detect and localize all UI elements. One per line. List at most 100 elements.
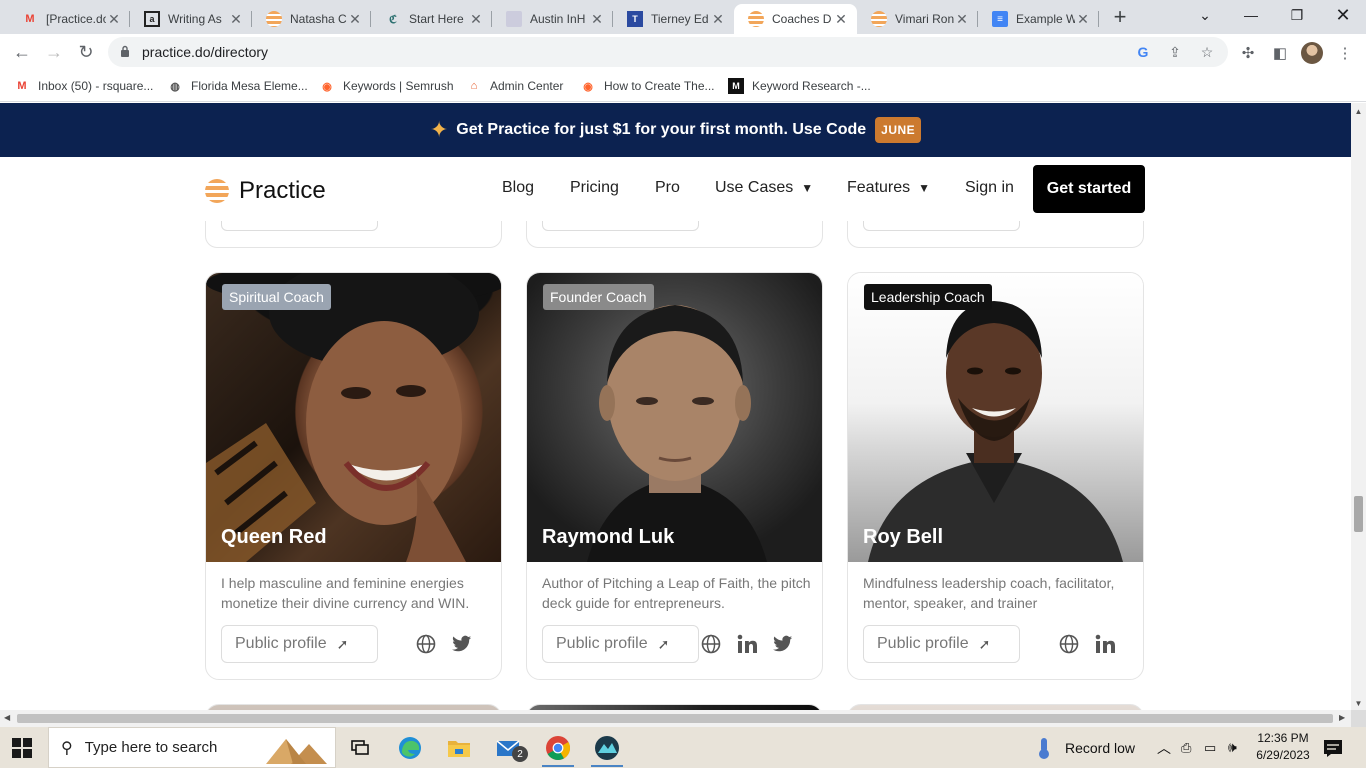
close-icon[interactable]: ✕: [468, 11, 484, 27]
side-panel-icon[interactable]: ◧: [1270, 43, 1290, 63]
close-icon[interactable]: ✕: [1075, 11, 1091, 27]
browser-tab[interactable]: T Tierney Ed ✕: [613, 4, 734, 34]
notifications-icon[interactable]: [1323, 727, 1343, 768]
close-icon[interactable]: ✕: [833, 11, 849, 27]
browser-tab[interactable]: Natasha Co ✕: [252, 4, 371, 34]
bookmark-item[interactable]: M Keyword Research -...: [728, 77, 871, 95]
public-profile-button[interactable]: Public profile ➚: [221, 625, 378, 663]
nav-use-cases[interactable]: Use Cases ▼: [715, 179, 813, 197]
coach-card: Founder Coach Raymond Luk Author of Pitc…: [526, 272, 823, 680]
show-hidden-icons[interactable]: ︿: [1157, 727, 1171, 768]
admin-icon: ⌂: [470, 80, 478, 92]
new-tab-button[interactable]: +: [1109, 4, 1131, 29]
coach-photo[interactable]: Spiritual Coach Queen Red: [206, 273, 501, 562]
globe-icon[interactable]: [1058, 633, 1080, 655]
coach-name: Raymond Luk: [542, 526, 675, 548]
clock[interactable]: 12:36 PM 6/29/2023: [1253, 730, 1313, 764]
address-bar[interactable]: practice.do/directory G ⇪ ☆: [108, 37, 1228, 67]
browser-toolbar: ← → ↻ practice.do/directory G ⇪ ☆ ✣ ◧ ⋮: [0, 34, 1366, 71]
minimize-button[interactable]: —: [1228, 0, 1274, 30]
bookmark-item[interactable]: ◍ Florida Mesa Eleme...: [167, 77, 308, 95]
browser-tab[interactable]: ≡ Example W ✕: [978, 4, 1099, 34]
google-translate-icon[interactable]: G: [1135, 44, 1151, 60]
nav-pricing[interactable]: Pricing: [570, 179, 619, 197]
browser-tab-active[interactable]: Coaches D ✕: [734, 4, 857, 34]
nav-sign-in[interactable]: Sign in: [965, 179, 1014, 197]
scrollbar-thumb[interactable]: [1354, 496, 1363, 532]
share-icon[interactable]: ⇪: [1167, 44, 1183, 60]
linkedin-icon[interactable]: [1094, 633, 1116, 655]
get-started-button[interactable]: Get started: [1033, 165, 1145, 213]
window-close-button[interactable]: ✕: [1320, 0, 1366, 30]
profile-avatar[interactable]: [1301, 42, 1323, 64]
coach-card: Leadership Coach Roy Bell Mindfulness le…: [847, 272, 1144, 680]
practice-icon: [266, 11, 282, 27]
back-button[interactable]: ←: [10, 40, 34, 64]
close-icon[interactable]: ✕: [710, 11, 726, 27]
weather-widget[interactable]: Record low: [1033, 727, 1135, 768]
device-icon[interactable]: ⎙: [1181, 727, 1191, 768]
practice-logo[interactable]: Practice: [205, 177, 326, 205]
scrollbar-thumb[interactable]: [17, 714, 1333, 723]
battery-icon[interactable]: ▭: [1204, 727, 1216, 768]
linkedin-icon[interactable]: [736, 633, 758, 655]
nav-blog[interactable]: Blog: [502, 179, 534, 197]
close-icon[interactable]: ✕: [347, 11, 363, 27]
file-explorer-icon[interactable]: [439, 732, 479, 764]
scroll-up-icon[interactable]: ▲: [1354, 107, 1363, 116]
extensions-icon[interactable]: ✣: [1238, 43, 1258, 63]
scroll-left-icon[interactable]: ◀: [4, 713, 10, 722]
browser-tab[interactable]: ℭ Start Here ✕: [371, 4, 492, 34]
medium-icon: M: [728, 78, 744, 94]
bookmark-item[interactable]: ◉ Keywords | Semrush: [319, 77, 453, 95]
scroll-right-icon[interactable]: ▶: [1339, 713, 1345, 722]
browser-tab[interactable]: a Writing As ✕: [130, 4, 252, 34]
twitter-icon[interactable]: [772, 633, 794, 655]
reload-button[interactable]: ↻: [74, 40, 98, 64]
chevron-down-icon: ▼: [801, 181, 814, 195]
bookmark-star-icon[interactable]: ☆: [1199, 44, 1215, 60]
globe-icon[interactable]: [700, 633, 722, 655]
semrush-icon: ◉: [322, 80, 332, 93]
scroll-corner: [1351, 710, 1366, 727]
task-view-icon[interactable]: [340, 732, 380, 764]
bookmark-item[interactable]: M Inbox (50) - rsquare...: [14, 77, 153, 95]
bookmark-item[interactable]: ◉ How to Create The...: [580, 77, 714, 95]
bookmark-item[interactable]: ⌂ Admin Center: [466, 77, 564, 95]
start-icon: ℭ: [389, 13, 397, 26]
restore-button[interactable]: ❐: [1274, 0, 1320, 30]
taskbar-search-box[interactable]: ⚲ Type here to search: [48, 727, 336, 768]
coach-photo[interactable]: Founder Coach Raymond Luk: [527, 273, 822, 562]
close-icon[interactable]: ✕: [106, 11, 122, 27]
chrome-icon[interactable]: [538, 732, 578, 767]
coach-photo[interactable]: Leadership Coach Roy Bell: [848, 273, 1143, 562]
horizontal-scrollbar[interactable]: ◀ ▶: [0, 710, 1351, 727]
nav-pro[interactable]: Pro: [655, 179, 680, 197]
public-profile-button[interactable]: Public profile ➚: [542, 625, 699, 663]
close-icon[interactable]: ✕: [228, 11, 244, 27]
close-icon[interactable]: ✕: [954, 11, 970, 27]
scroll-down-icon[interactable]: ▼: [1354, 699, 1363, 708]
windows-start-icon[interactable]: [12, 738, 32, 758]
nav-features[interactable]: Features ▼: [847, 179, 930, 197]
menu-kebab-icon[interactable]: ⋮: [1335, 43, 1355, 63]
volume-icon[interactable]: 🕪: [1228, 727, 1237, 768]
close-icon[interactable]: ✕: [589, 11, 605, 27]
browser-tab[interactable]: Austin InH ✕: [492, 4, 613, 34]
tab-search-icon[interactable]: ⌄: [1182, 0, 1228, 30]
browser-tab[interactable]: M [Practice.do ✕: [8, 4, 130, 34]
pyramids-icon: [266, 739, 327, 764]
mail-icon[interactable]: 2: [489, 732, 529, 764]
coach-name: Queen Red: [221, 526, 327, 548]
globe-icon[interactable]: [415, 633, 437, 655]
app-icon[interactable]: [587, 732, 627, 767]
page-content: Practice Blog Pricing Pro Use Cases ▼ Fea…: [0, 157, 1351, 710]
browser-tab[interactable]: Vimari Ron ✕: [857, 4, 978, 34]
vertical-scrollbar[interactable]: ▲ ▼: [1351, 103, 1366, 710]
twitter-icon[interactable]: [451, 633, 473, 655]
coach-description: Author of Pitching a Leap of Faith, the …: [542, 575, 811, 611]
public-profile-button[interactable]: Public profile ➚: [863, 625, 1020, 663]
promo-code-badge: JUNE: [875, 117, 922, 143]
forward-button[interactable]: →: [42, 40, 66, 64]
edge-icon[interactable]: [390, 732, 430, 764]
